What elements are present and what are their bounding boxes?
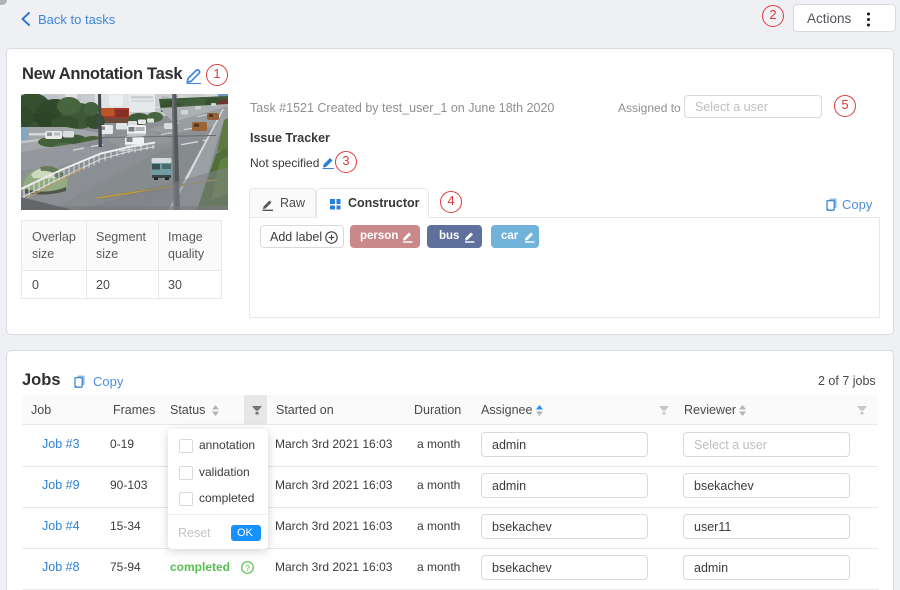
svg-text:?: ? — [245, 563, 250, 573]
